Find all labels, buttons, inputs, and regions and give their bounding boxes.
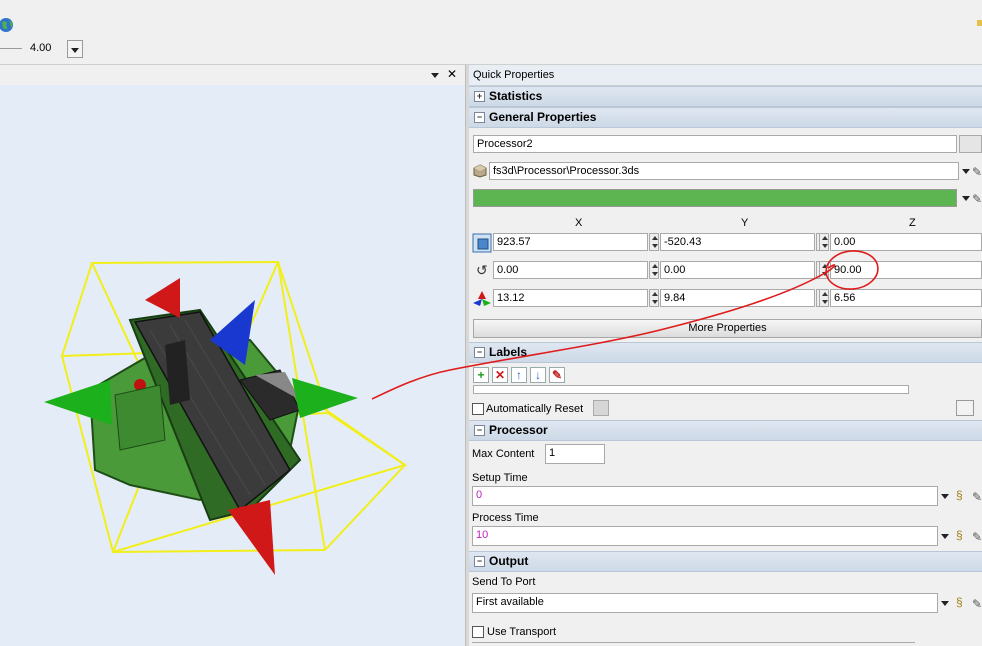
axis-x-header: X — [575, 217, 583, 229]
auto-reset-label: Automatically Reset — [486, 403, 584, 415]
object-name-field[interactable]: Processor2 — [473, 135, 957, 153]
position-x-field[interactable]: 923.57 — [493, 233, 648, 251]
x-axis-arrow-right[interactable] — [292, 378, 358, 418]
zoom-slider-track[interactable] — [0, 48, 22, 49]
process-time-script-icon[interactable]: § — [956, 528, 963, 542]
position-y-field[interactable]: -520.43 — [660, 233, 815, 251]
copy-labels-icon[interactable] — [956, 400, 974, 416]
move-up-icon[interactable]: ↑ — [511, 367, 527, 383]
size-x-field[interactable]: 13.12 — [493, 289, 648, 307]
color-dropdown-icon[interactable] — [962, 196, 970, 201]
rotation-z-field[interactable]: 90.00 — [830, 261, 982, 279]
section-labels[interactable]: − Labels — [469, 342, 982, 363]
send-to-port-edit-icon[interactable]: ✎ — [972, 597, 982, 611]
collapse-icon[interactable]: − — [474, 425, 485, 436]
transport-field-edge — [472, 642, 915, 646]
size-y-field[interactable]: 9.84 — [660, 289, 815, 307]
section-output[interactable]: − Output — [469, 551, 982, 572]
use-transport-checkbox[interactable] — [472, 626, 484, 638]
view-toolbar: 4.00 — [0, 38, 982, 65]
section-title: Labels — [489, 345, 528, 359]
process-time-edit-icon[interactable]: ✎ — [972, 530, 982, 544]
delete-label-icon[interactable]: ✕ — [492, 367, 508, 383]
position-z-field[interactable]: 0.00 — [830, 233, 982, 251]
shape-cube-icon — [473, 164, 487, 178]
setup-time-edit-icon[interactable]: ✎ — [972, 490, 982, 504]
pin-icon[interactable]: ✎ — [549, 367, 565, 383]
zoom-value: 4.00 — [30, 42, 52, 54]
y-axis-arrow-bottom[interactable] — [228, 500, 275, 575]
toolbar-edge-icon — [977, 20, 982, 26]
reset-values-icon[interactable] — [593, 400, 609, 416]
section-title: Output — [489, 554, 529, 568]
rotation-y-field[interactable]: 0.00 — [660, 261, 815, 279]
send-to-port-script-icon[interactable]: § — [956, 595, 963, 609]
send-to-port-label: Send To Port — [472, 576, 536, 588]
y-axis-arrow[interactable] — [145, 278, 180, 318]
axis-y-header: Y — [741, 217, 749, 229]
quick-properties-panel: Quick Properties + Statistics − General … — [469, 65, 982, 646]
section-processor[interactable]: − Processor — [469, 420, 982, 441]
position-z-spinner[interactable] — [819, 233, 829, 251]
size-z-spinner[interactable] — [819, 289, 829, 307]
add-label-icon[interactable]: + — [473, 367, 489, 383]
color-swatch[interactable] — [473, 189, 957, 207]
color-edit-icon[interactable]: ✎ — [972, 192, 982, 206]
process-time-dropdown-icon[interactable] — [941, 534, 949, 539]
rotation-z-spinner[interactable] — [819, 261, 829, 279]
more-properties-button[interactable]: More Properties — [473, 319, 982, 338]
setup-time-script-icon[interactable]: § — [956, 488, 963, 502]
process-time-label: Process Time — [472, 512, 539, 524]
max-content-label: Max Content — [472, 448, 535, 460]
setup-time-field[interactable]: 0 — [472, 486, 938, 506]
processor-model[interactable] — [88, 308, 302, 522]
shape-file-field[interactable]: fs3d\Processor\Processor.3ds — [489, 162, 959, 180]
collapse-icon[interactable]: − — [474, 347, 485, 358]
labels-table[interactable] — [473, 385, 909, 394]
panel-title: Quick Properties — [473, 69, 555, 81]
viewport-menu-icon[interactable] — [431, 73, 439, 78]
section-title: General Properties — [489, 110, 597, 124]
collapse-icon[interactable]: − — [474, 112, 485, 123]
axis-z-header: Z — [909, 217, 916, 229]
close-icon[interactable]: ✕ — [447, 67, 457, 81]
size-x-spinner[interactable] — [649, 289, 659, 307]
rotation-x-spinner[interactable] — [649, 261, 659, 279]
top-menu-bar — [0, 0, 982, 39]
send-to-port-field[interactable]: First available — [472, 593, 938, 613]
zoom-dropdown-button[interactable] — [67, 40, 83, 58]
max-content-field[interactable]: 1 — [545, 444, 605, 464]
auto-reset-checkbox[interactable] — [472, 403, 484, 415]
globe-icon[interactable] — [0, 17, 16, 33]
size-axes-icon — [473, 291, 491, 306]
3d-viewport[interactable] — [0, 65, 465, 646]
section-general-properties[interactable]: − General Properties — [469, 107, 982, 128]
3d-model-view[interactable] — [0, 65, 465, 646]
setup-time-dropdown-icon[interactable] — [941, 494, 949, 499]
process-time-field[interactable]: 10 — [472, 526, 938, 546]
rotation-icon: ↺ — [476, 262, 488, 278]
shape-edit-icon[interactable]: ✎ — [972, 165, 982, 179]
send-to-port-dropdown-icon[interactable] — [941, 601, 949, 606]
move-down-icon[interactable]: ↓ — [530, 367, 546, 383]
use-transport-label: Use Transport — [487, 626, 557, 638]
panel-header: Quick Properties — [469, 65, 982, 86]
chevron-down-icon — [71, 48, 79, 53]
setup-time-label: Setup Time — [472, 472, 528, 484]
position-icon — [472, 233, 492, 253]
shape-dropdown-icon[interactable] — [962, 169, 970, 174]
section-title: Processor — [489, 423, 548, 437]
viewport-header: ✕ — [0, 65, 465, 85]
section-statistics[interactable]: + Statistics — [469, 86, 982, 107]
expand-icon[interactable]: + — [474, 91, 485, 102]
label-edit-button[interactable] — [959, 135, 982, 153]
size-z-field[interactable]: 6.56 — [830, 289, 982, 307]
position-x-spinner[interactable] — [649, 233, 659, 251]
rotation-x-field[interactable]: 0.00 — [493, 261, 648, 279]
section-title: Statistics — [489, 89, 543, 103]
collapse-icon[interactable]: − — [474, 556, 485, 567]
